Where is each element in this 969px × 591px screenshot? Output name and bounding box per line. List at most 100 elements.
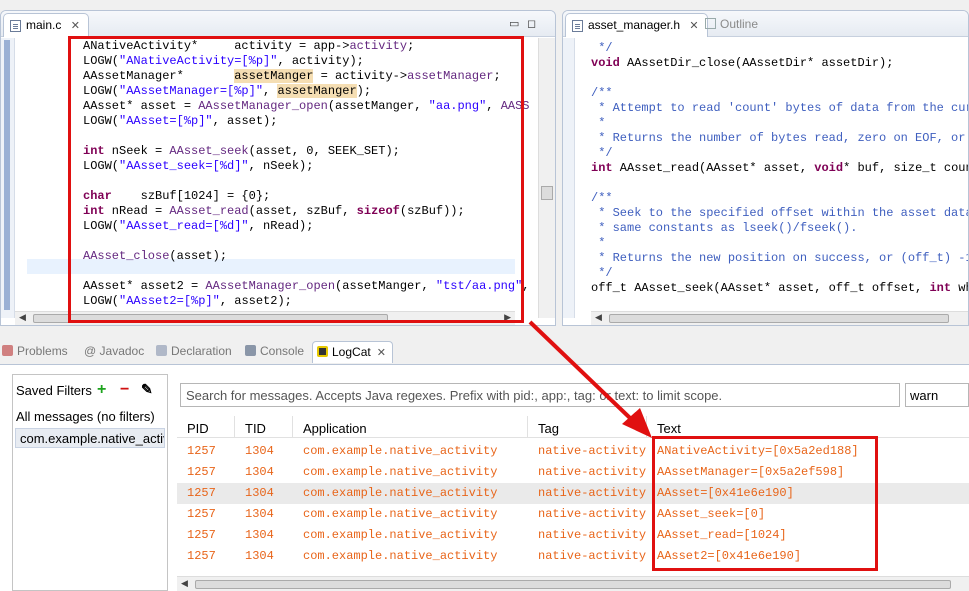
table-row[interactable]: 1257 1304 com.example.native_activity nativ… [177,525,969,546]
code-line: LOGW("AAsset_seek=[%d]", nSeek); [83,159,530,174]
table-row[interactable]: 1257 1304 com.example.native_activity nativ… [177,504,969,525]
filter-item-native-activity[interactable]: com.example.native_activi [15,428,165,448]
scroll-thumb[interactable] [609,314,949,323]
code-line: LOGW("AAssetManager=[%p]", assetManger); [83,84,530,99]
code-token: whe [958,281,968,295]
tab-console[interactable]: Console [245,344,304,358]
code-token: void [591,56,620,70]
column-header-tag[interactable]: Tag [528,416,647,438]
column-header-pid[interactable]: PID [177,416,235,438]
tab-javadoc[interactable]: @ Javadoc [84,344,144,358]
code-line: LOGW("AAsset2=[%p]", asset2); [83,294,530,309]
log-table: PID TID Application Tag Text 1257 1304 com… [177,416,969,576]
code-token: void [814,161,844,175]
cell-app: com.example.native_activity [303,507,498,521]
code-token: "AAsset_read=[%d]" [119,219,249,233]
vertical-scrollbar[interactable] [538,38,555,318]
tab-label: asset_manager.h [588,18,681,32]
search-input[interactable]: Search for messages. Accepts Java regexe… [180,383,900,407]
code-token: int [591,161,613,175]
table-row[interactable]: 1257 1304 com.example.native_activity nativ… [177,462,969,483]
editor-tabbar: asset_manager.h ✕ Outline [563,11,968,37]
code-token: * Attempt to read 'count' bytes of data … [591,101,969,115]
code-token: * same constants as lseek()/fseek(). [591,221,858,235]
code-area[interactable]: */void AAssetDir_close(AAssetDir* assetD… [591,41,969,296]
c-file-icon [10,20,21,32]
tab-asset-manager-h[interactable]: asset_manager.h ✕ [565,13,708,37]
cell-text: AAsset_seek=[0] [657,507,766,521]
cell-pid: 1257 [187,444,216,458]
scroll-left-arrow-icon[interactable]: ◀ [595,312,602,323]
code-line: * Returns the number of bytes read, zero… [591,131,968,146]
code-token: , nSeek); [248,159,314,173]
column-header-tid[interactable]: TID [235,416,293,438]
code-area[interactable]: ANativeActivity* activity = app->activit… [83,39,530,309]
code-token: ; [493,69,501,83]
tab-main-c[interactable]: main.c ✕ [3,13,89,37]
code-token: "AAsset=[%p]" [119,114,213,128]
code-token: LOGW( [83,84,120,98]
code-token: "AAssetManager=[%p]" [119,84,264,98]
tab-declaration[interactable]: Declaration [156,344,232,358]
cell-text: AAssetManager=[0x5a2ef598] [657,465,845,479]
column-header-text[interactable]: Text [647,416,969,438]
edit-filter-icon[interactable]: ✎ [141,381,153,398]
cell-tid: 1304 [245,507,274,521]
horizontal-scrollbar[interactable]: ◀ ▶ [15,311,515,325]
code-token: (assetManger, [335,279,436,293]
scroll-left-arrow-icon[interactable]: ◀ [19,312,26,323]
code-token: AAsset* asset = [83,99,199,113]
code-token: ); [356,84,372,98]
maximize-icon[interactable]: ◻ [527,17,536,30]
tab-problems[interactable]: Problems [2,344,68,358]
cell-pid: 1257 [187,465,216,479]
minimize-icon[interactable]: ▭ [509,17,519,30]
close-icon[interactable]: ✕ [377,347,386,359]
code-line: AAsset* asset = AAssetManager_open(asset… [83,99,530,114]
code-token: int [83,204,105,218]
code-token: "ANativeActivity=[%p]" [119,54,278,68]
scroll-left-arrow-icon[interactable]: ◀ [181,578,188,589]
code-line: */ [591,146,968,161]
close-icon[interactable]: ✕ [689,20,698,32]
code-token: ANativeActivity* activity = app-> [83,39,350,53]
filter-item-all[interactable]: All messages (no filters) [16,409,155,424]
tab-javadoc-label: Javadoc [99,344,145,358]
horizontal-scrollbar[interactable]: ◀ [177,576,969,591]
code-line: int nRead = AAsset_read(asset, szBuf, si… [83,204,530,219]
code-token: AAssetManager* [83,69,235,83]
scroll-thumb[interactable] [541,186,553,200]
code-token: AAsset_seek [169,144,249,158]
code-line: * [591,116,968,131]
column-header-application[interactable]: Application [293,416,528,438]
cell-app: com.example.native_activity [303,486,498,500]
table-row[interactable]: 1257 1304 com.example.native_activity nativ… [177,441,969,462]
code-token: AAssetManager_open [205,279,336,293]
code-line: LOGW("ANativeActivity=[%p]", activity); [83,54,530,69]
log-level-select[interactable]: warn [905,383,969,407]
horizontal-scrollbar[interactable]: ◀ [591,311,968,325]
code-token: szBuf[1024] = {0}; [111,189,271,203]
outline-label: Outline [720,17,759,31]
view-tabbar: Problems @ Javadoc Declaration Console L… [0,340,969,364]
table-row[interactable]: 1257 1304 com.example.native_activity nativ… [177,483,969,504]
code-token: AAsset* asset2 = [83,279,206,293]
code-token: AAsset_close [83,249,170,263]
code-token: */ [591,41,613,55]
scroll-thumb[interactable] [33,314,388,323]
code-line: /** [591,191,968,206]
table-row[interactable]: 1257 1304 com.example.native_activity nativ… [177,546,969,567]
scroll-thumb[interactable] [195,580,951,589]
tab-outline[interactable]: Outline [705,17,758,31]
remove-filter-icon[interactable]: − [120,381,129,399]
code-token: nRead = [104,204,170,218]
tab-logcat[interactable]: LogCat ✕ [312,341,393,363]
close-icon[interactable]: ✕ [71,20,80,32]
scroll-right-arrow-icon[interactable]: ▶ [504,312,511,323]
add-filter-icon[interactable]: + [97,381,106,399]
code-token: nSeek = [104,144,170,158]
code-token: (asset, 0, SEEK_SET); [248,144,400,158]
cell-tag: native-activity [538,507,647,521]
